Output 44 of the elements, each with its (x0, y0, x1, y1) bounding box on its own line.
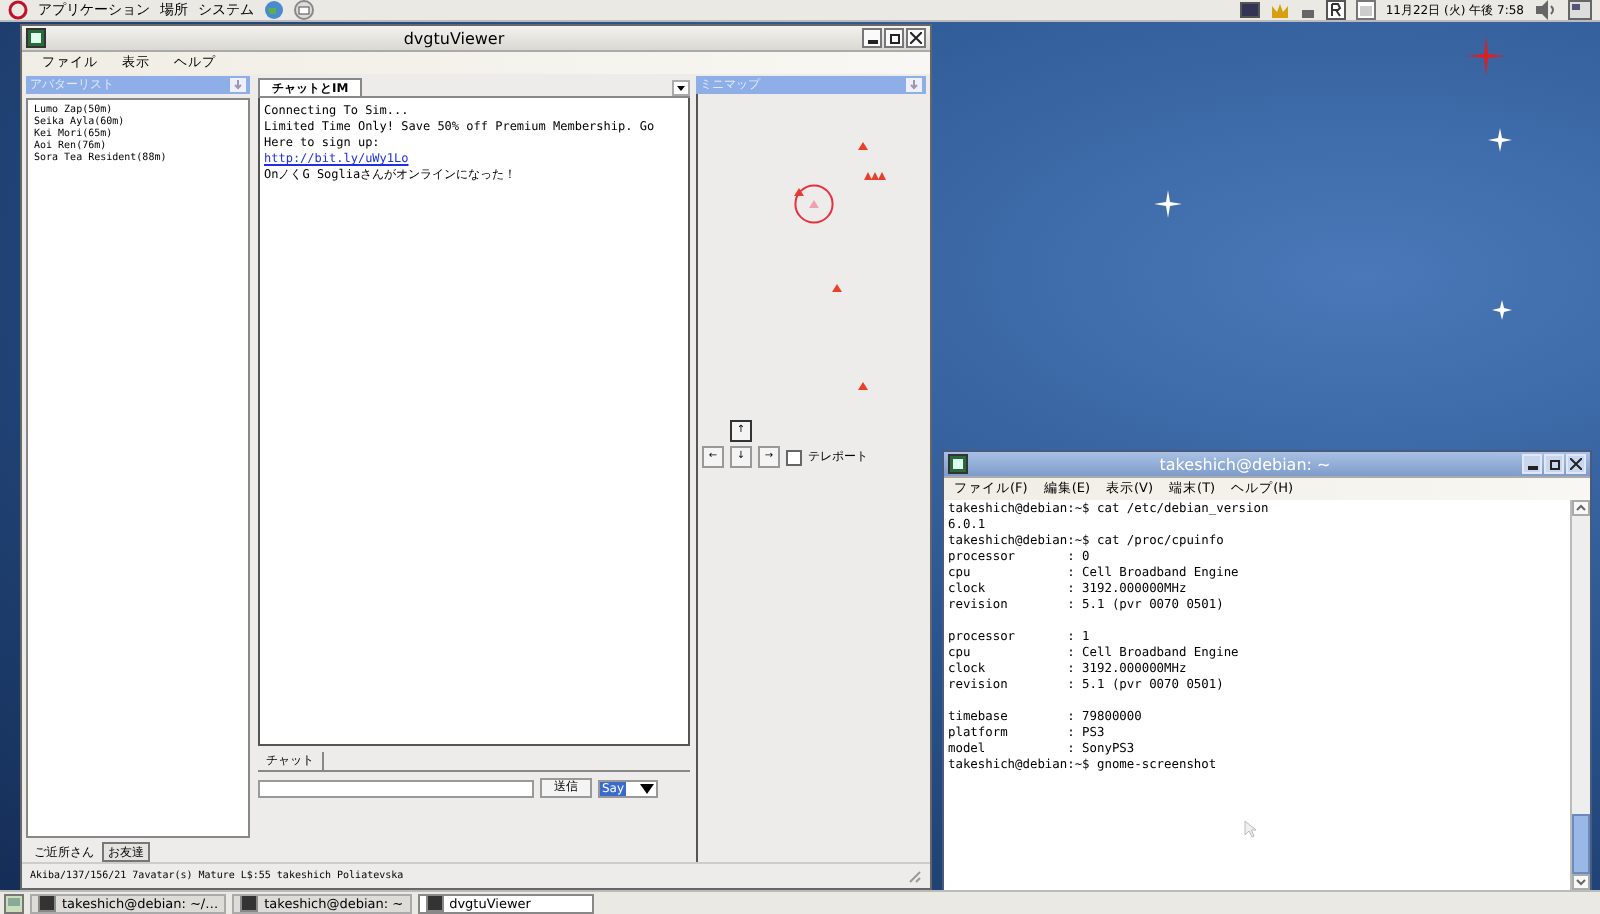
windows-icon (1568, 0, 1592, 20)
teleport-checkbox[interactable] (786, 449, 802, 465)
star-icon (1488, 128, 1512, 152)
star-icon (1492, 300, 1512, 320)
app-icon (948, 454, 968, 474)
mouse-cursor-icon (1244, 820, 1256, 838)
minimize-button[interactable] (862, 28, 882, 48)
minimize-icon (867, 40, 877, 44)
close-icon (910, 32, 922, 44)
chat-input-field[interactable] (258, 779, 534, 797)
scroll-thumb[interactable] (1572, 814, 1590, 874)
window-icon (240, 895, 259, 911)
calendar-icon (1355, 0, 1376, 20)
maximize-icon (889, 33, 899, 43)
scrollbar[interactable] (1570, 500, 1590, 890)
pin-icon (230, 78, 246, 92)
self-marker-icon (794, 184, 834, 224)
speaker-icon (1534, 0, 1558, 20)
window-icon (38, 895, 56, 911)
close-icon (1570, 458, 1582, 470)
avatar-marker-icon (832, 284, 842, 292)
monitor-icon (1239, 1, 1260, 19)
window-title: dvgtuViewer (401, 29, 507, 47)
show-desktop-icon (4, 893, 24, 913)
pin-icon (906, 78, 922, 92)
app-icon (26, 28, 46, 48)
caret-icon (640, 783, 654, 793)
maximize-button[interactable] (884, 28, 904, 48)
crown-icon (1269, 1, 1290, 19)
avatar-marker-icon (794, 188, 804, 196)
window-title: takeshich@debian: ~ (1157, 455, 1333, 473)
resize-grip-icon (908, 869, 922, 883)
maximize-icon (1549, 459, 1559, 469)
close-button[interactable] (906, 28, 926, 48)
swirl-logo-icon (8, 0, 28, 20)
minimize-icon (1527, 466, 1537, 470)
keyboard-icon (1325, 0, 1346, 20)
avatar-group-icon (864, 172, 886, 180)
avatar-marker-icon (858, 142, 868, 150)
star-icon (1154, 190, 1182, 218)
star-icon (1466, 36, 1506, 76)
globe-icon (264, 0, 284, 20)
avatar-marker-icon (858, 382, 868, 390)
window-icon (425, 895, 444, 911)
